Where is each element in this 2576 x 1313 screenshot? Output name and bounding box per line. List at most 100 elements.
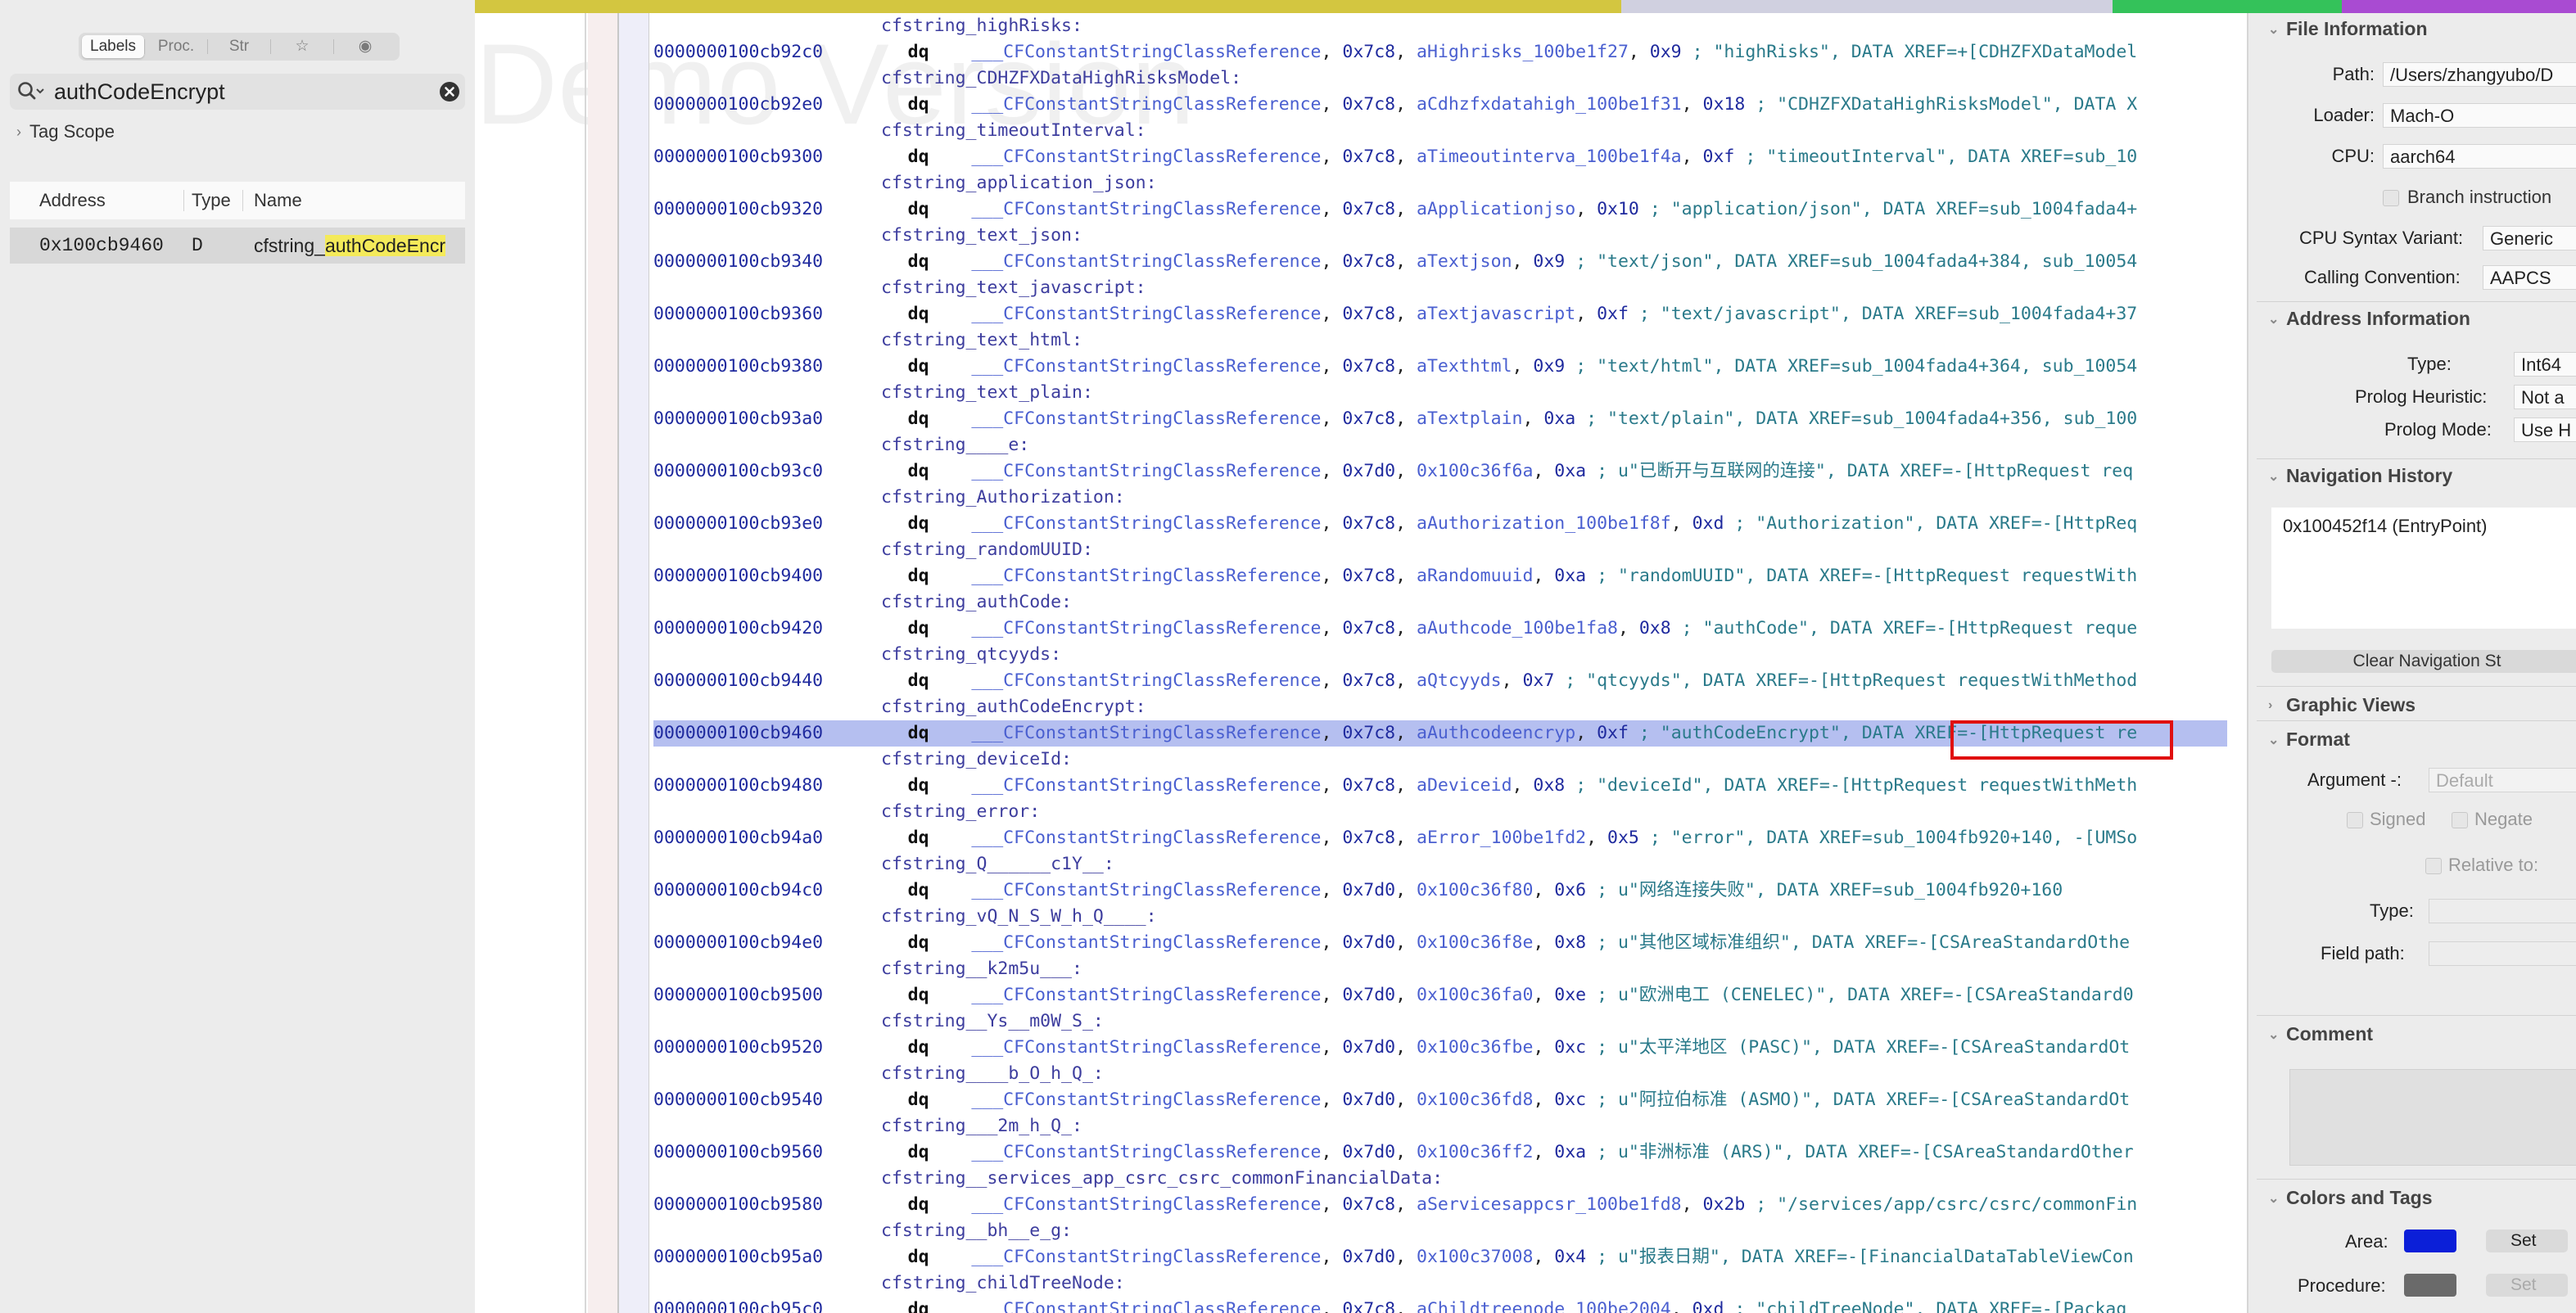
operand-symbol[interactable]: 0x100c36fa0 [1417, 985, 1533, 1005]
breakpoint-gutter[interactable] [588, 13, 617, 1313]
tag-scope-disclosure[interactable]: › Tag Scope [16, 121, 115, 142]
instruction-line[interactable]: 0000000100cb9560 dq ___CFConstantStringC… [653, 1139, 2227, 1166]
operand-symbol[interactable]: 0x100c36f80 [1417, 880, 1533, 900]
cpu-field[interactable]: aarch64 [2383, 144, 2576, 169]
label-line[interactable]: cfstring_text_plain: [653, 380, 2227, 406]
prolog-heuristic-select[interactable]: Not a [2514, 385, 2576, 409]
label-line[interactable]: cfstring__bh__e_g: [653, 1218, 2227, 1244]
area-set-button[interactable]: Set [2486, 1230, 2568, 1252]
operand-symbol[interactable]: aServicesappcsr_100be1fd8 [1417, 1194, 1682, 1215]
instruction-line[interactable]: 0000000100cb93a0 dq ___CFConstantStringC… [653, 406, 2227, 432]
section-address-information[interactable]: ⌄ Address Information [2268, 308, 2470, 330]
label-line[interactable]: cfstring_application_json: [653, 170, 2227, 196]
field-path-field[interactable] [2429, 941, 2576, 966]
operand-symbol[interactable]: aDeviceid [1417, 775, 1512, 796]
label-line[interactable]: cfstring__k2m5u___: [653, 956, 2227, 982]
operand-symbol[interactable]: aTimeoutinterva_100be1f4a [1417, 147, 1682, 167]
section-colors-and-tags[interactable]: ⌄ Colors and Tags [2268, 1187, 2433, 1209]
operand-symbol[interactable]: 0x100c36f8e [1417, 932, 1533, 953]
clear-navigation-stack-button[interactable]: Clear Navigation St [2271, 650, 2576, 673]
instruction-line[interactable]: 0000000100cb92e0 dq ___CFConstantStringC… [653, 92, 2227, 118]
operand-symbol[interactable]: aApplicationjso [1417, 199, 1575, 219]
procedure-set-button[interactable]: Set [2486, 1274, 2568, 1297]
operand-symbol[interactable]: 0x100c36ff2 [1417, 1142, 1533, 1162]
operand-symbol[interactable]: aTextjson [1417, 251, 1512, 272]
calling-convention-select[interactable]: AAPCS [2483, 265, 2576, 290]
instruction-line[interactable]: 0000000100cb9500 dq ___CFConstantStringC… [653, 982, 2227, 1008]
tab-tags[interactable]: ◉ [334, 35, 396, 58]
operand-symbol[interactable]: aHighrisks_100be1f27 [1417, 42, 1629, 62]
label-line[interactable]: cfstring_Authorization: [653, 485, 2227, 511]
tab-labels[interactable]: Labels [82, 35, 144, 58]
label-line[interactable]: cfstring_qtcyyds: [653, 642, 2227, 668]
format-type-field[interactable] [2429, 899, 2576, 923]
instruction-line[interactable]: 0000000100cb92c0 dq ___CFConstantStringC… [653, 39, 2227, 65]
label-line[interactable]: cfstring_vQ_N_S_W_h_Q____: [653, 904, 2227, 930]
instruction-line[interactable]: 0000000100cb95a0 dq ___CFConstantStringC… [653, 1244, 2227, 1270]
tab-strings[interactable]: Str [208, 35, 270, 58]
instruction-line[interactable]: 0000000100cb95c0 dq ___CFConstantStringC… [653, 1297, 2227, 1313]
instruction-line[interactable]: 0000000100cb93c0 dq ___CFConstantStringC… [653, 458, 2227, 485]
branch-instructions-checkbox[interactable] [2383, 190, 2399, 206]
label-line[interactable]: cfstring____b_O_h_Q_: [653, 1061, 2227, 1087]
type-select[interactable]: Int64 [2514, 352, 2576, 377]
disassembly-view[interactable]: Demo Version cfstring_highRisks: 00000001… [475, 13, 2227, 1313]
operand-symbol[interactable]: aError_100be1fd2 [1417, 828, 1586, 848]
prolog-mode-select[interactable]: Use H [2514, 417, 2576, 442]
operand-symbol[interactable]: aAuthorization_100be1f8f [1417, 513, 1671, 534]
operand-symbol[interactable]: 0x100c36f6a [1417, 461, 1533, 481]
label-line[interactable]: cfstring_timeoutInterval: [653, 118, 2227, 144]
column-type[interactable]: Type [192, 182, 231, 219]
column-name[interactable]: Name [254, 182, 302, 219]
instruction-line[interactable]: 0000000100cb9340 dq ___CFConstantStringC… [653, 249, 2227, 275]
section-format[interactable]: ⌄ Format [2268, 729, 2350, 751]
negate-checkbox[interactable] [2452, 812, 2468, 828]
operand-symbol[interactable]: aTextplain [1417, 408, 1522, 429]
operand-symbol[interactable]: aAuthcodeencryp [1417, 723, 1575, 743]
operand-symbol[interactable]: aChildtreenode_100be2004 [1417, 1299, 1671, 1313]
segment-navigation-bar[interactable] [475, 0, 2576, 13]
instruction-line[interactable]: 0000000100cb9440 dq ___CFConstantStringC… [653, 668, 2227, 694]
label-line[interactable]: cfstring__services_app_csrc_csrc_commonF… [653, 1166, 2227, 1192]
section-graphic-views[interactable]: › Graphic Views [2268, 694, 2416, 716]
operand-symbol[interactable]: 0x100c36fbe [1417, 1037, 1533, 1058]
label-line[interactable]: cfstring_authCodeEncrypt: [653, 694, 2227, 720]
operand-symbol[interactable]: aTextjavascript [1417, 304, 1575, 324]
instruction-line[interactable]: 0000000100cb9480 dq ___CFConstantStringC… [653, 773, 2227, 799]
label-line[interactable]: cfstring_CDHZFXDataHighRisksModel: [653, 65, 2227, 92]
instruction-line[interactable]: 0000000100cb9420 dq ___CFConstantStringC… [653, 616, 2227, 642]
search-input[interactable] [54, 77, 414, 106]
tab-bookmarks[interactable]: ☆ [271, 35, 333, 58]
label-line[interactable]: cfstring_error: [653, 799, 2227, 825]
operand-symbol[interactable]: aTexthtml [1417, 356, 1512, 377]
clear-search-icon[interactable] [439, 81, 460, 102]
operand-symbol[interactable]: aCdhzfxdatahigh_100be1f31 [1417, 94, 1682, 115]
operand-symbol[interactable]: 0x100c36fd8 [1417, 1090, 1533, 1110]
instruction-line[interactable]: 0000000100cb93e0 dq ___CFConstantStringC… [653, 511, 2227, 537]
label-line[interactable]: cfstring_highRisks: [653, 13, 2227, 39]
instruction-line[interactable]: 0000000100cb9300 dq ___CFConstantStringC… [653, 144, 2227, 170]
search-icon[interactable] [16, 80, 46, 103]
list-item[interactable]: 0x100452f14 (EntryPoint) [2283, 516, 2488, 537]
loader-field[interactable]: Mach-O [2383, 103, 2576, 128]
instruction-line[interactable]: 0000000100cb9360 dq ___CFConstantStringC… [653, 301, 2227, 327]
instruction-line[interactable]: 0000000100cb94e0 dq ___CFConstantStringC… [653, 930, 2227, 956]
label-line[interactable]: cfstring_text_json: [653, 223, 2227, 249]
operand-symbol[interactable]: 0x100c37008 [1417, 1247, 1533, 1267]
column-address[interactable]: Address [39, 182, 106, 219]
label-line[interactable]: cfstring___2m_h_Q_: [653, 1113, 2227, 1139]
operand-symbol[interactable]: aQtcyyds [1417, 670, 1502, 691]
section-file-information[interactable]: ⌄ File Information [2268, 18, 2428, 40]
signed-checkbox[interactable] [2347, 812, 2363, 828]
instruction-line[interactable]: 0000000100cb9520 dq ___CFConstantStringC… [653, 1035, 2227, 1061]
operand-symbol[interactable]: aAuthcode_100be1fa8 [1417, 618, 1618, 638]
comment-textarea[interactable] [2289, 1069, 2576, 1166]
argument-select[interactable]: Default [2429, 768, 2576, 792]
section-navigation-history[interactable]: ⌄ Navigation History [2268, 465, 2452, 487]
instruction-line[interactable]: 0000000100cb9380 dq ___CFConstantStringC… [653, 354, 2227, 380]
navigation-history-list[interactable]: 0x100452f14 (EntryPoint) [2271, 508, 2576, 629]
operand-symbol[interactable]: aRandomuuid [1417, 566, 1533, 586]
label-line[interactable]: cfstring_childTreeNode: [653, 1270, 2227, 1297]
instruction-line[interactable]: 0000000100cb9540 dq ___CFConstantStringC… [653, 1087, 2227, 1113]
instruction-line[interactable]: 0000000100cb94c0 dq ___CFConstantStringC… [653, 878, 2227, 904]
